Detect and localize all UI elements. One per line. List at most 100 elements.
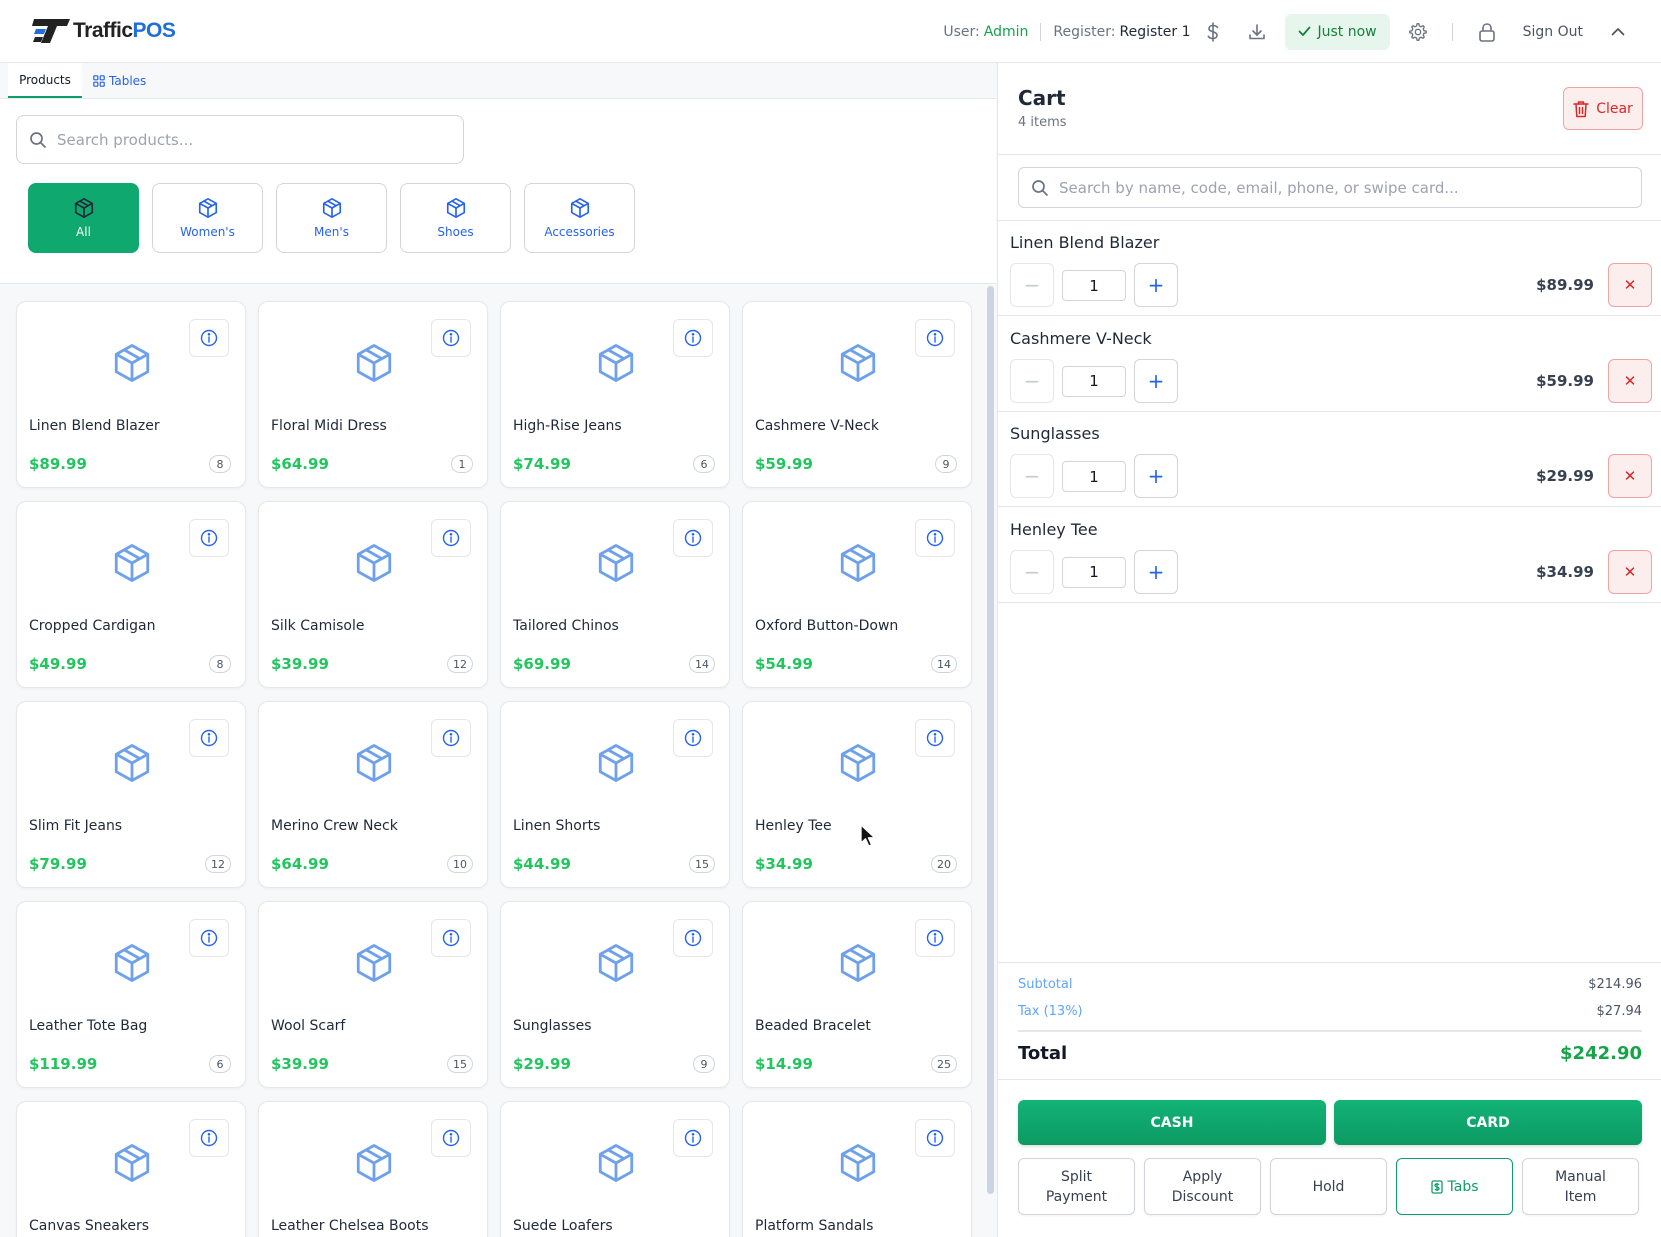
product-info-button[interactable] xyxy=(915,1119,955,1157)
user-value: Admin xyxy=(983,23,1029,40)
quantity-input[interactable]: 1 xyxy=(1062,270,1126,301)
product-card[interactable]: Leather Tote Bag $119.99 6 xyxy=(16,901,246,1088)
split-payment-label-line: Payment xyxy=(1045,1188,1108,1205)
remove-line-button[interactable]: ✕ xyxy=(1608,358,1652,403)
tab-products[interactable]: Products xyxy=(8,63,82,98)
product-info-button[interactable] xyxy=(673,319,713,357)
product-card[interactable]: Oxford Button-Down $54.99 14 xyxy=(742,501,972,688)
decrease-qty-button[interactable]: − xyxy=(1010,263,1054,307)
increase-qty-button[interactable]: + xyxy=(1134,263,1178,307)
box-icon xyxy=(595,1142,637,1188)
remove-line-button[interactable]: ✕ xyxy=(1608,549,1652,594)
product-info-button[interactable] xyxy=(431,1119,471,1157)
cart-line-price: $29.99 xyxy=(1536,467,1594,485)
box-icon xyxy=(595,342,637,388)
category-shoes[interactable]: Shoes xyxy=(400,183,511,253)
product-card[interactable]: Wool Scarf $39.99 15 xyxy=(258,901,488,1088)
settings-button[interactable] xyxy=(1396,14,1440,50)
quantity-input[interactable]: 1 xyxy=(1062,365,1126,397)
category-mens[interactable]: Men's xyxy=(276,183,387,253)
product-price: $64.99 xyxy=(271,455,329,473)
product-card[interactable]: Platform Sandals xyxy=(742,1101,972,1237)
product-card[interactable]: High-Rise Jeans $74.99 6 xyxy=(500,301,730,488)
product-name: Tailored Chinos xyxy=(513,618,619,634)
product-search[interactable] xyxy=(16,115,464,164)
clear-cart-button[interactable]: Clear xyxy=(1563,87,1643,130)
tabs-button[interactable]: Tabs xyxy=(1396,1158,1513,1215)
customer-search[interactable] xyxy=(1018,167,1642,208)
product-card[interactable]: Suede Loafers xyxy=(500,1101,730,1237)
product-grid-scrollbar[interactable] xyxy=(987,286,994,1194)
product-info-button[interactable] xyxy=(673,919,713,957)
product-info-button[interactable] xyxy=(431,319,471,357)
split-payment-button[interactable]: Split Payment xyxy=(1018,1158,1135,1215)
sync-status-button[interactable]: Just now xyxy=(1284,13,1390,50)
product-card[interactable]: Henley Tee $34.99 20 xyxy=(742,701,972,888)
product-info-button[interactable] xyxy=(915,519,955,557)
header-right: User: Admin Register: Register 1 Just no… xyxy=(943,0,1625,63)
product-info-button[interactable] xyxy=(431,919,471,957)
product-card[interactable]: Floral Midi Dress $64.99 1 xyxy=(258,301,488,488)
product-info-button[interactable] xyxy=(189,719,229,757)
product-price: $34.99 xyxy=(755,855,813,873)
stock-badge: 14 xyxy=(689,655,715,673)
remove-line-button[interactable]: ✕ xyxy=(1608,454,1652,498)
category-accessories[interactable]: Accessories xyxy=(524,183,635,253)
manual-item-button[interactable]: Manual Item xyxy=(1522,1158,1639,1215)
category-all[interactable]: All xyxy=(28,183,139,253)
product-info-button[interactable] xyxy=(673,719,713,757)
products-panel: All Women's Men's Shoes Accessories Line… xyxy=(0,99,996,1237)
product-card[interactable]: Leather Chelsea Boots xyxy=(258,1101,488,1237)
lock-icon xyxy=(1478,22,1495,42)
subtotal-value: $214.96 xyxy=(1588,977,1642,992)
cash-drawer-button[interactable] xyxy=(1191,14,1235,50)
hold-button[interactable]: Hold xyxy=(1270,1158,1387,1215)
cash-button[interactable]: CASH xyxy=(1018,1100,1326,1145)
tab-tables[interactable]: Tables xyxy=(93,63,146,98)
product-card[interactable]: Merino Crew Neck $64.99 10 xyxy=(258,701,488,888)
stock-badge: 6 xyxy=(693,455,715,473)
product-card[interactable]: Linen Shorts $44.99 15 xyxy=(500,701,730,888)
product-search-input[interactable] xyxy=(57,130,437,149)
customer-search-input[interactable] xyxy=(1059,178,1629,197)
decrease-qty-button[interactable]: − xyxy=(1010,358,1054,403)
product-info-button[interactable] xyxy=(915,719,955,757)
product-card[interactable]: Cashmere V-Neck $59.99 9 xyxy=(742,301,972,488)
product-card[interactable]: Sunglasses $29.99 9 xyxy=(500,901,730,1088)
product-info-button[interactable] xyxy=(431,719,471,757)
info-icon xyxy=(926,329,944,347)
apply-discount-button[interactable]: Apply Discount xyxy=(1144,1158,1261,1215)
remove-line-button[interactable]: ✕ xyxy=(1608,263,1652,307)
quantity-input[interactable]: 1 xyxy=(1062,461,1126,492)
increase-qty-button[interactable]: + xyxy=(1134,549,1178,594)
download-button[interactable] xyxy=(1235,14,1279,50)
divider xyxy=(1018,1030,1642,1032)
increase-qty-button[interactable]: + xyxy=(1134,454,1178,498)
sign-out-button[interactable]: Sign Out xyxy=(1523,24,1583,40)
product-info-button[interactable] xyxy=(915,319,955,357)
quantity-input[interactable]: 1 xyxy=(1062,556,1126,588)
decrease-qty-button[interactable]: − xyxy=(1010,454,1054,498)
product-card[interactable]: Beaded Bracelet $14.99 25 xyxy=(742,901,972,1088)
product-card[interactable]: Silk Camisole $39.99 12 xyxy=(258,501,488,688)
tax-row: Tax (13%) $27.94 xyxy=(1018,1004,1642,1019)
card-button[interactable]: CARD xyxy=(1334,1100,1642,1145)
product-card[interactable]: Cropped Cardigan $49.99 8 xyxy=(16,501,246,688)
product-card[interactable]: Slim Fit Jeans $79.99 12 xyxy=(16,701,246,888)
chevron-up-icon[interactable] xyxy=(1611,27,1625,36)
product-info-button[interactable] xyxy=(673,1119,713,1157)
lock-button[interactable] xyxy=(1465,14,1509,50)
product-info-button[interactable] xyxy=(673,519,713,557)
product-info-button[interactable] xyxy=(189,519,229,557)
product-card[interactable]: Linen Blend Blazer $89.99 8 xyxy=(16,301,246,488)
decrease-qty-button[interactable]: − xyxy=(1010,549,1054,594)
product-card[interactable]: Tailored Chinos $69.99 14 xyxy=(500,501,730,688)
product-info-button[interactable] xyxy=(189,919,229,957)
product-info-button[interactable] xyxy=(189,1119,229,1157)
product-info-button[interactable] xyxy=(189,319,229,357)
product-info-button[interactable] xyxy=(431,519,471,557)
increase-qty-button[interactable]: + xyxy=(1134,358,1178,403)
category-womens[interactable]: Women's xyxy=(152,183,263,253)
product-info-button[interactable] xyxy=(915,919,955,957)
product-card[interactable]: Canvas Sneakers xyxy=(16,1101,246,1237)
